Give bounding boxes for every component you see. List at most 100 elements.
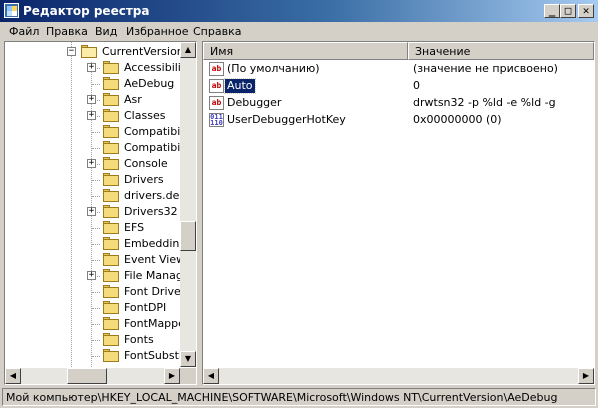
value-name[interactable]: (По умолчанию) xyxy=(225,62,322,76)
menu-file[interactable]: Файл xyxy=(9,25,39,38)
tree-connector-tick xyxy=(92,244,100,245)
tree-scroll-up-button[interactable]: ▲ xyxy=(180,42,196,58)
tree-expand-toggle[interactable]: + xyxy=(87,111,96,120)
tree-item[interactable]: AeDebug xyxy=(5,76,180,92)
value-data: 0 xyxy=(413,79,420,92)
tree-item-label: FontDPI xyxy=(124,301,167,314)
title-bar[interactable]: Редактор реестра _ □ ✕ xyxy=(0,0,598,22)
tree-connector-tick xyxy=(92,228,100,229)
tree-item-currentversion[interactable]: − CurrentVersion xyxy=(5,44,184,60)
tree-vertical-scroll-thumb[interactable] xyxy=(180,221,196,251)
tree-item-label: Classes xyxy=(124,109,166,122)
tree-vertical-scrollbar[interactable] xyxy=(180,42,196,367)
tree-collapse-toggle[interactable]: − xyxy=(67,47,76,56)
value-name[interactable]: Debugger xyxy=(225,96,283,110)
folder-icon xyxy=(103,77,119,90)
status-bar-path: Мой компьютер\HKEY_LOCAL_MACHINE\SOFTWAR… xyxy=(2,388,596,406)
tree-item[interactable]: FontSubstitu xyxy=(5,348,193,364)
folder-icon xyxy=(103,253,119,266)
tree-item[interactable]: + File Manager xyxy=(5,268,194,284)
values-list[interactable]: Имя Значение ab (По умолчанию) (значение н… xyxy=(202,41,595,385)
tree-item[interactable]: + Classes xyxy=(5,108,180,124)
minimize-button[interactable]: _ xyxy=(544,4,560,18)
folder-icon xyxy=(103,221,119,234)
value-row[interactable]: ab (По умолчанию) (значение не присвоено) xyxy=(203,61,594,78)
tree-item[interactable]: Font Drivers xyxy=(5,284,191,300)
folder-icon xyxy=(103,349,119,362)
folder-open-icon xyxy=(81,45,97,58)
tree-item[interactable]: drivers.desc xyxy=(5,188,191,204)
tree-item[interactable]: + Drivers32 xyxy=(5,204,180,220)
tree-item[interactable]: + Asr xyxy=(5,92,180,108)
tree-item-label: CurrentVersion xyxy=(102,45,184,58)
folder-icon xyxy=(103,173,119,186)
tree-connector-tick xyxy=(92,148,100,149)
string-value-icon: ab xyxy=(209,79,224,93)
menu-favorites[interactable]: Избранное xyxy=(126,25,188,38)
tree-expand-toggle[interactable]: + xyxy=(87,207,96,216)
tree-item[interactable]: FontMapper xyxy=(5,316,189,332)
menu-edit[interactable]: Правка xyxy=(46,25,88,38)
tree-connector-tick xyxy=(92,196,100,197)
tree-item[interactable]: EFS xyxy=(5,220,180,236)
column-header-name[interactable]: Имя xyxy=(203,42,408,60)
tree-item[interactable]: + Accessibility xyxy=(5,60,192,76)
tree-connector-tick xyxy=(92,292,100,293)
tree-item[interactable]: Compatibility xyxy=(5,140,196,156)
tree-item[interactable]: Drivers xyxy=(5,172,180,188)
menu-help[interactable]: Справка xyxy=(193,25,241,38)
tree-item-label: EFS xyxy=(124,221,145,234)
column-header-value[interactable]: Значение xyxy=(408,42,594,60)
tree-item[interactable]: Fonts xyxy=(5,332,180,348)
folder-icon xyxy=(103,61,119,74)
value-data: (значение не присвоено) xyxy=(413,62,558,75)
list-horizontal-scrollbar[interactable] xyxy=(203,368,594,384)
folder-icon xyxy=(103,285,119,298)
binary-value-icon: 011 110 xyxy=(209,113,224,127)
tree-item[interactable]: FontDPI xyxy=(5,300,180,316)
folder-icon xyxy=(103,317,119,330)
tree-expand-toggle[interactable]: + xyxy=(87,271,96,280)
regedit-app-icon[interactable] xyxy=(4,3,19,18)
folder-icon xyxy=(103,189,119,202)
tree-horizontal-scroll-thumb[interactable] xyxy=(67,368,107,384)
value-name[interactable]: UserDebuggerHotKey xyxy=(225,113,348,127)
tree-connector-tick xyxy=(92,84,100,85)
value-data: drwtsn32 -p %ld -e %ld -g xyxy=(413,96,556,109)
value-row[interactable]: ab Debugger drwtsn32 -p %ld -e %ld -g xyxy=(203,95,594,112)
tree-scroll-left-button[interactable]: ◀ xyxy=(5,368,21,384)
tree-item[interactable]: Embedding xyxy=(5,236,186,252)
tree-scroll-right-button[interactable]: ▶ xyxy=(164,368,180,384)
tree-expand-toggle[interactable]: + xyxy=(87,63,96,72)
folder-icon xyxy=(103,333,119,346)
folder-icon xyxy=(103,205,119,218)
tree-item[interactable]: Compatibility xyxy=(5,124,196,140)
maximize-button[interactable]: □ xyxy=(560,4,576,18)
tree-item[interactable]: Event Viewe xyxy=(5,252,192,268)
folder-icon xyxy=(103,157,119,170)
window-title: Редактор реестра xyxy=(23,4,150,18)
value-row[interactable]: 011 110 UserDebuggerHotKey 0x00000000 (0) xyxy=(203,112,594,129)
folder-icon xyxy=(103,93,119,106)
menu-bar: Файл Правка Вид Избранное Справка xyxy=(0,22,598,40)
list-scroll-left-button[interactable]: ◀ xyxy=(203,368,219,384)
value-row[interactable]: ab Auto 0 xyxy=(203,78,594,95)
tree-item-label: Drivers32 xyxy=(124,205,178,218)
tree-item-label: Embedding xyxy=(124,237,187,250)
value-name[interactable]: Auto xyxy=(224,78,256,94)
tree-scroll-down-button[interactable]: ▼ xyxy=(180,351,196,367)
menu-view[interactable]: Вид xyxy=(95,25,117,38)
tree-connector-tick xyxy=(92,308,100,309)
folder-icon xyxy=(103,109,119,122)
list-scroll-right-button[interactable]: ▶ xyxy=(578,368,594,384)
string-value-icon: ab xyxy=(209,62,224,76)
close-button[interactable]: ✕ xyxy=(578,4,594,18)
tree-expand-toggle[interactable]: + xyxy=(87,159,96,168)
registry-tree[interactable]: − CurrentVersion + Accessibility AeDebug + Asr… xyxy=(4,41,197,385)
tree-connector-tick xyxy=(92,260,100,261)
tree-expand-toggle[interactable]: + xyxy=(87,95,96,104)
tree-item[interactable]: + Console xyxy=(5,156,180,172)
tree-connector-tick xyxy=(92,356,100,357)
tree-item-label: Asr xyxy=(124,93,142,106)
folder-icon xyxy=(103,237,119,250)
